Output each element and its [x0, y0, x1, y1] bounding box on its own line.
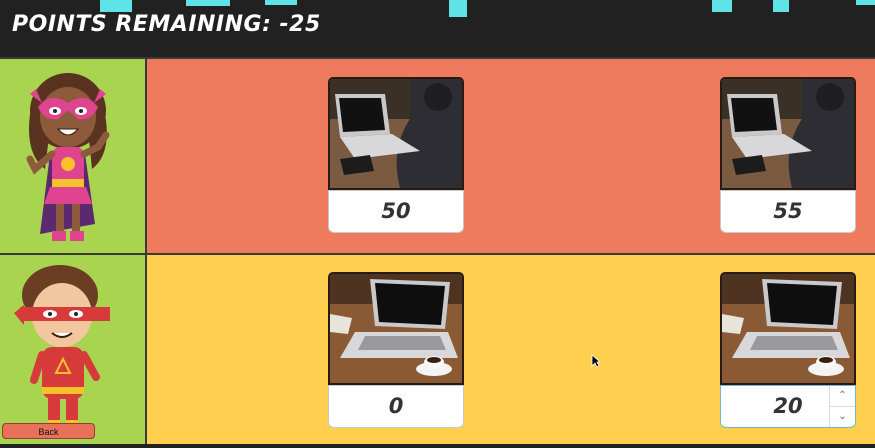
header-decoration	[265, 0, 297, 5]
point-card[interactable]: 50	[328, 77, 464, 233]
laptop-person-typing-photo	[328, 77, 464, 190]
points-value[interactable]: 55	[720, 190, 856, 233]
avatar-cell	[0, 255, 147, 444]
laptop-coffee-photo	[328, 272, 464, 385]
header-decoration	[712, 0, 732, 12]
header-decoration	[773, 0, 789, 12]
chevron-down-icon[interactable]: ⌄	[830, 407, 855, 428]
player-row-2: 0 20 ⌃ ⌄	[0, 255, 875, 444]
back-button[interactable]: Back	[2, 423, 95, 439]
point-card[interactable]: 20 ⌃ ⌄	[720, 272, 856, 428]
point-card[interactable]: 55	[720, 77, 856, 233]
header-bar: POINTS REMAINING: -25	[0, 0, 875, 59]
chevron-up-icon[interactable]: ⌃	[830, 386, 855, 407]
points-remaining-title: POINTS REMAINING: -25	[12, 12, 321, 37]
mouse-cursor-icon	[591, 354, 601, 368]
points-value[interactable]: 20	[773, 394, 802, 418]
points-input[interactable]: 20 ⌃ ⌄	[720, 385, 856, 428]
points-value[interactable]: 50	[328, 190, 464, 233]
points-value[interactable]: 0	[328, 385, 464, 428]
superhero-girl-icon	[26, 73, 110, 241]
point-card[interactable]: 0	[328, 272, 464, 428]
player-row-1: 50 55	[0, 59, 875, 255]
header-decoration	[186, 0, 230, 6]
header-decoration	[100, 0, 132, 12]
number-stepper[interactable]: ⌃ ⌄	[829, 386, 855, 427]
header-decoration	[856, 0, 875, 5]
superhero-boy-icon	[14, 265, 110, 430]
laptop-coffee-photo	[720, 272, 856, 385]
avatar-cell	[0, 59, 147, 253]
laptop-person-typing-photo	[720, 77, 856, 190]
header-decoration	[449, 0, 467, 17]
